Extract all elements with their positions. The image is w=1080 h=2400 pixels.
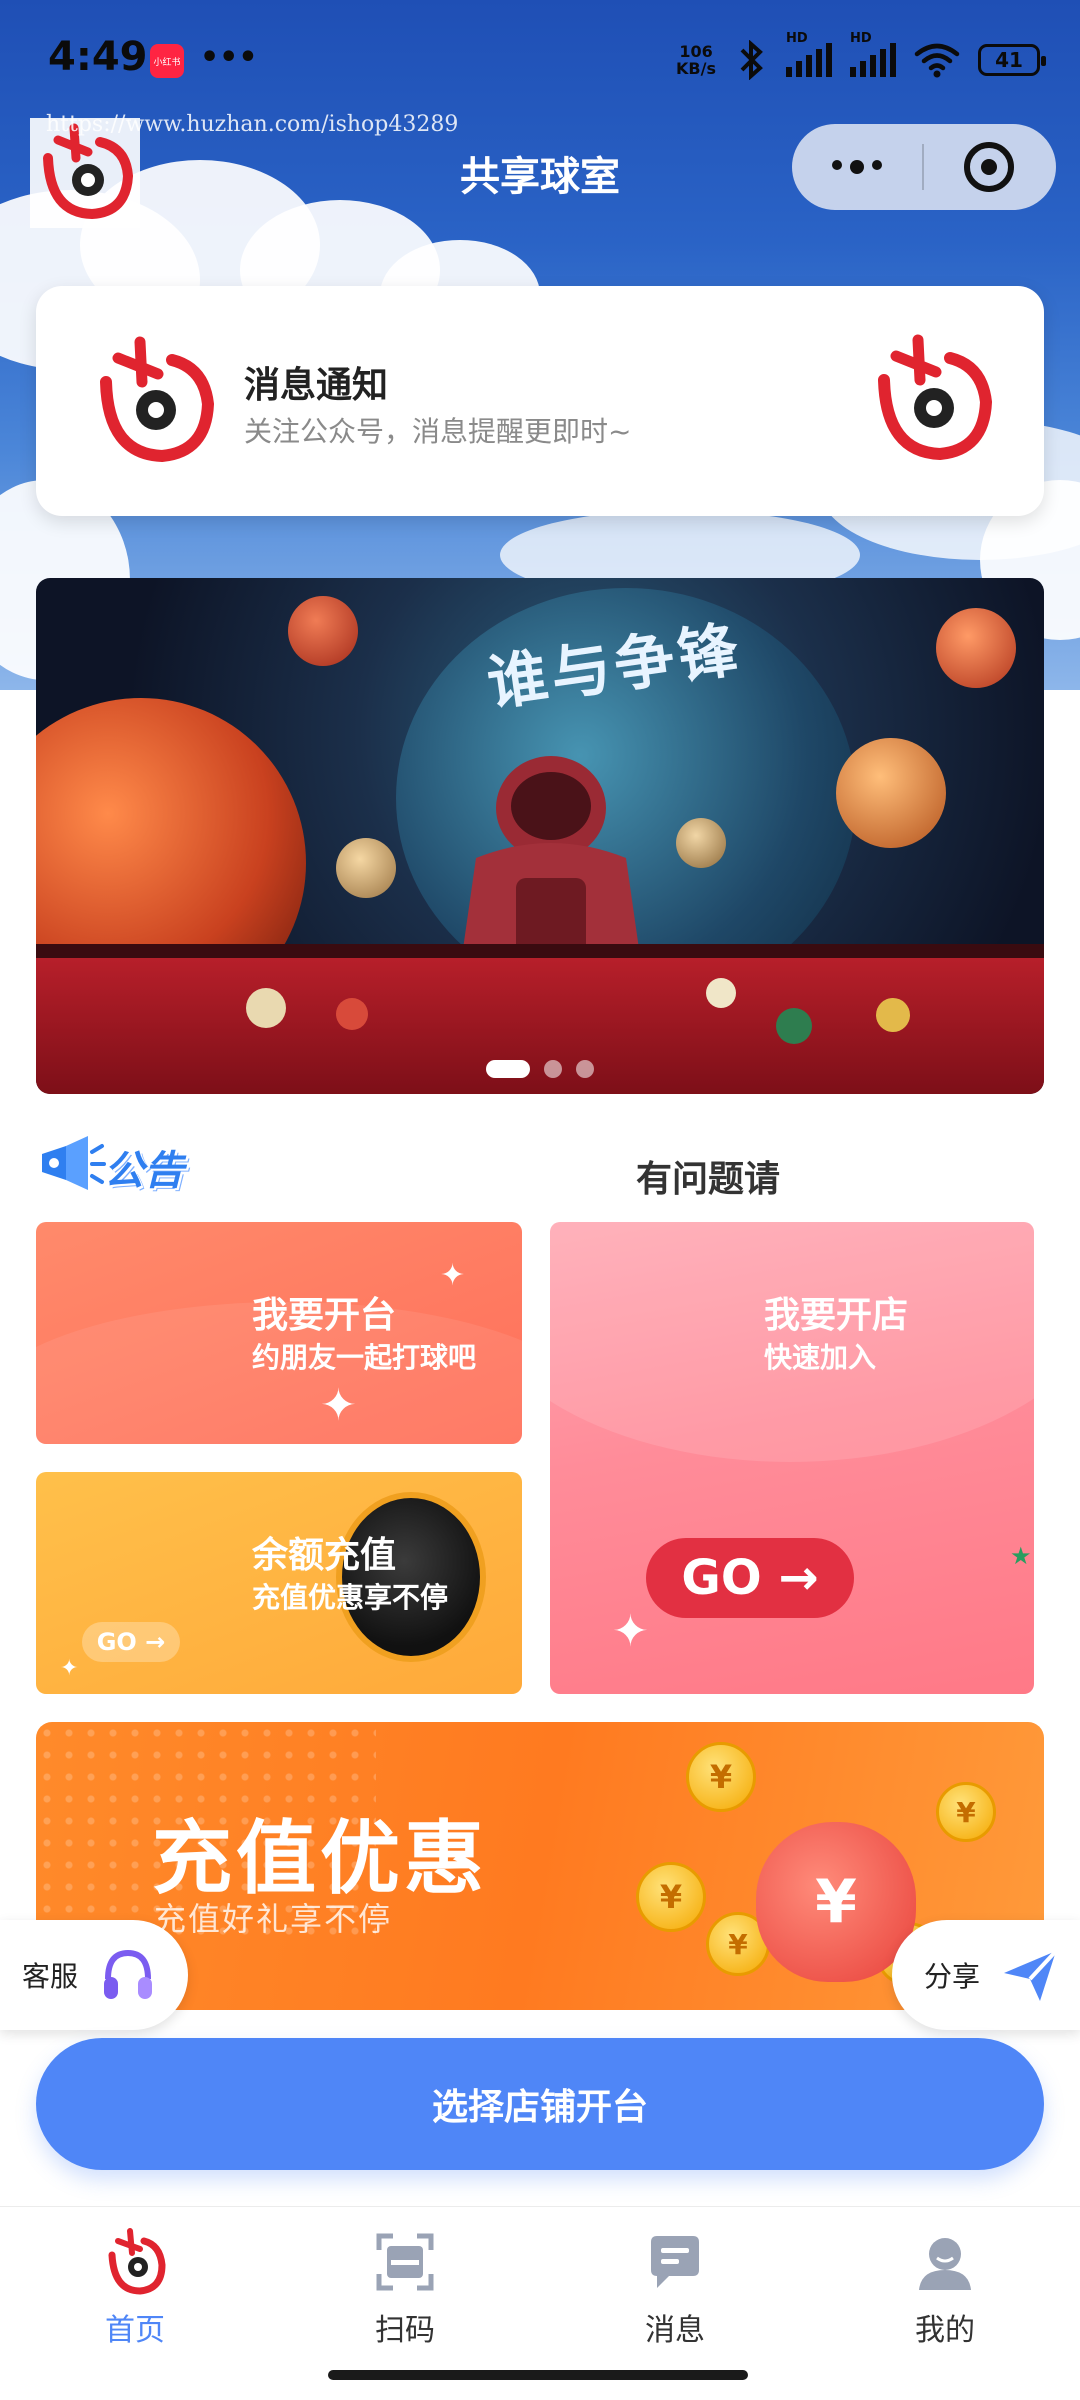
dot-icon: [832, 160, 842, 170]
select-store-button[interactable]: 选择店铺开台: [36, 2038, 1044, 2170]
notice-title: 消息通知: [244, 365, 389, 406]
announcement-marquee[interactable]: 有问题请: [636, 1150, 796, 1202]
recharge-subtitle: 充值优惠享不停: [252, 1581, 449, 1614]
ball: [706, 978, 736, 1008]
coin-icon: ¥: [936, 1782, 996, 1842]
coin-icon: ¥: [636, 1862, 706, 1932]
signal-hd-label: HD: [786, 31, 808, 46]
status-right-group: 106 KB/s HD HD 41: [676, 31, 1046, 80]
sparkle-icon: ✦: [320, 1380, 357, 1431]
planet-image: [936, 608, 1016, 688]
close-miniprogram-button[interactable]: [924, 142, 1054, 192]
star-icon: ★: [1010, 1542, 1032, 1570]
planet-image: [288, 596, 358, 666]
carousel-dot[interactable]: [544, 1060, 562, 1078]
share-label: 分享: [924, 1960, 981, 1993]
home-indicator[interactable]: [328, 2370, 748, 2380]
carousel-dot[interactable]: [576, 1060, 594, 1078]
tab-messages-label: 消息: [645, 2313, 705, 2348]
open-shop-title: 我要开店: [764, 1295, 909, 1336]
miniprogram-capsule: [792, 124, 1056, 210]
tab-profile-label: 我的: [915, 2313, 975, 2348]
promo-subtitle: 充值好礼享不停: [154, 1900, 393, 1938]
status-time: 4:49: [48, 34, 148, 80]
planet-image: [336, 838, 396, 898]
signal-strength-icon: HD: [850, 31, 896, 77]
app-notification-badge: 小红书: [150, 44, 184, 78]
open-shop-go-button[interactable]: GO →: [646, 1538, 854, 1618]
status-bar: 4:49 小红书 ••• 106 KB/s HD HD 41: [0, 0, 1080, 120]
headset-icon: [104, 1949, 153, 1999]
status-more-indicator: •••: [200, 40, 258, 75]
recharge-card[interactable]: 余额充值 充值优惠享不停 GO → ✦: [36, 1472, 522, 1694]
tab-profile[interactable]: 我的: [810, 2207, 1080, 2356]
home-logo-icon: [100, 2227, 170, 2297]
brand-logo-icon: [878, 334, 993, 461]
announcement-label: 公告: [104, 1148, 184, 1194]
network-speed-unit: KB/s: [676, 59, 716, 78]
promo-title: 充值优惠: [152, 1812, 488, 1905]
carousel-indicator: [36, 1060, 1044, 1078]
open-table-card[interactable]: 我要开台 约朋友一起打球吧 ✦ ✦: [36, 1222, 522, 1444]
money-bag-icon: ¥: [756, 1822, 916, 1982]
sparkle-icon: ✦: [440, 1258, 466, 1293]
tab-home[interactable]: 首页: [0, 2207, 270, 2356]
recharge-title: 余额充值: [252, 1535, 397, 1576]
coin-icon: ¥: [686, 1742, 756, 1812]
url-watermark: https://www.huzhan.com/ishop43289: [46, 112, 459, 137]
dot-icon: [872, 160, 882, 170]
ball: [246, 988, 286, 1028]
open-table-title: 我要开台: [252, 1295, 397, 1336]
recharge-go-button[interactable]: GO →: [82, 1622, 180, 1662]
tab-home-label: 首页: [105, 2313, 165, 2348]
network-speed-value: 106: [679, 42, 713, 61]
dot-icon: [850, 160, 864, 174]
sparkle-icon: ✦: [612, 1606, 649, 1657]
signal-hd-label: HD: [850, 31, 872, 46]
sparkle-icon: ✦: [60, 1656, 79, 1681]
open-table-subtitle: 约朋友一起打球吧: [252, 1341, 477, 1374]
tab-scan[interactable]: 扫码: [270, 2207, 540, 2356]
open-shop-card[interactable]: 我要开店 快速加入 GO → ✦ ★: [550, 1222, 1034, 1694]
profile-icon: [910, 2227, 980, 2297]
ball: [876, 998, 910, 1032]
bluetooth-icon: [740, 40, 763, 80]
open-shop-subtitle: 快速加入: [764, 1341, 877, 1374]
paper-plane-icon: [1004, 1949, 1058, 2001]
network-speed: 106 KB/s: [676, 43, 716, 77]
more-options-button[interactable]: [792, 160, 922, 174]
share-button[interactable]: 分享: [892, 1920, 1080, 2030]
battery-indicator: 41: [978, 44, 1046, 76]
tab-scan-label: 扫码: [375, 2313, 435, 2348]
wifi-icon: [914, 43, 960, 78]
bottom-tab-bar: 首页 扫码 消息 我的: [0, 2206, 1080, 2356]
notice-subtitle: 关注公众号，消息提醒更即时~: [244, 415, 632, 448]
customer-service-button[interactable]: 客服: [0, 1920, 188, 2030]
planet-image: [676, 818, 726, 868]
tab-messages[interactable]: 消息: [540, 2207, 810, 2356]
ball: [336, 998, 368, 1030]
banner-carousel[interactable]: 谁与争锋: [36, 578, 1044, 1094]
notice-card[interactable]: 消息通知 关注公众号，消息提醒更即时~: [36, 286, 1044, 516]
ball: [776, 1008, 812, 1044]
brand-logo-icon: [100, 336, 215, 463]
signal-strength-icon: HD: [786, 31, 832, 77]
carousel-dot-active[interactable]: [486, 1060, 530, 1078]
target-close-icon: [964, 142, 1014, 192]
message-icon: [640, 2227, 710, 2297]
scan-icon: [370, 2227, 440, 2297]
customer-service-label: 客服: [22, 1960, 79, 1993]
megaphone-icon: [42, 1136, 106, 1190]
planet-image: [836, 738, 946, 848]
